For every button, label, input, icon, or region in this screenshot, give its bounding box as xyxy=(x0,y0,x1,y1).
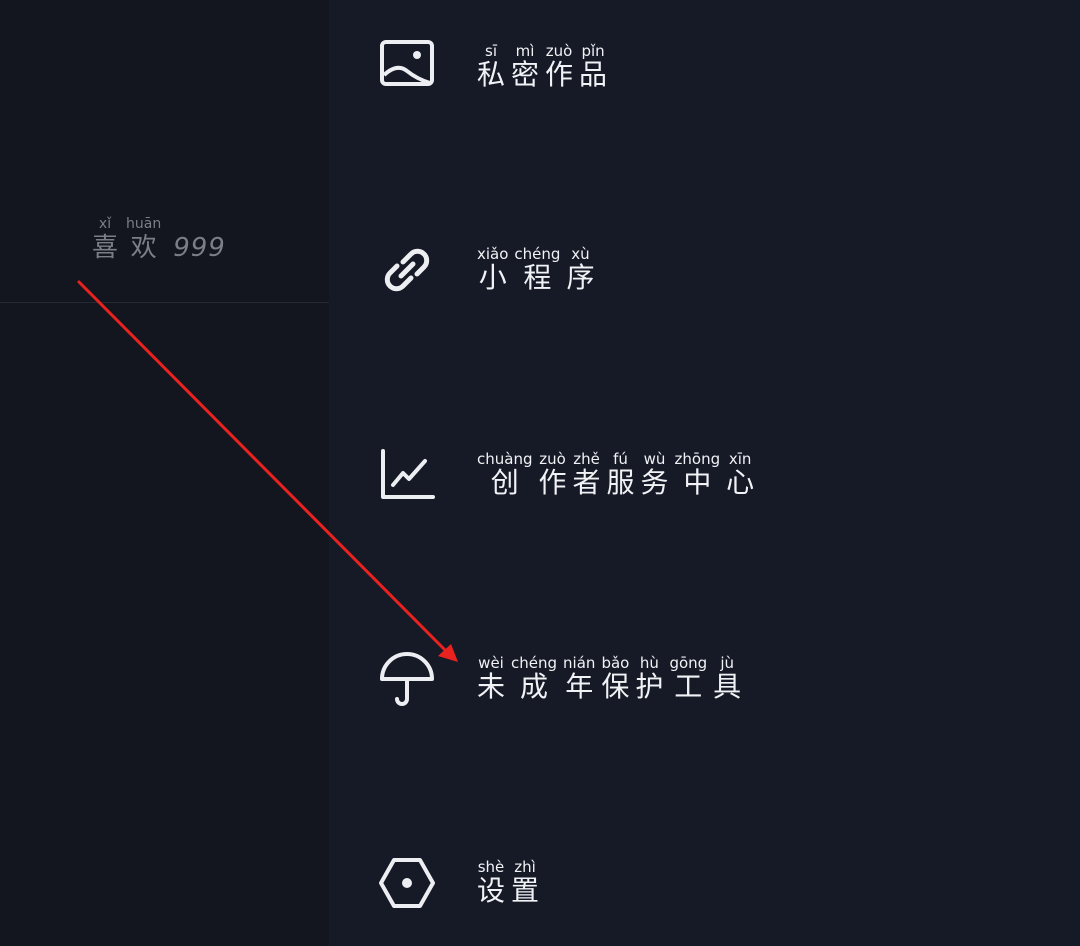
profile-backdrop[interactable]: xǐ 喜 huān 欢 999 xyxy=(0,0,329,946)
pinyin: jù xyxy=(720,654,735,672)
menu-item-label: xiǎo 小 chéng 程 xù 序 xyxy=(477,246,600,294)
label-char: xiǎo 小 xyxy=(477,246,508,294)
hanzi: 作 xyxy=(545,58,574,91)
hanzi: 务 xyxy=(640,466,669,499)
menu-item-label: chuàng 创 zuò 作 zhě 者 fú 服 wù 务 zhōng 中 xīn 心 xyxy=(477,451,760,499)
label-char: xù 序 xyxy=(566,246,594,294)
hanzi: 欢 xyxy=(130,233,157,263)
screen: xǐ 喜 huān 欢 999 sī 私 mì 密 zuò 作 pǐn 品 xi… xyxy=(0,0,1080,946)
pinyin: chéng xyxy=(511,654,558,672)
hanzi: 小 xyxy=(478,261,507,294)
hanzi: 私 xyxy=(477,58,506,91)
hanzi: 护 xyxy=(635,670,664,703)
hanzi: 创 xyxy=(490,466,519,499)
settings-hexagon-icon xyxy=(377,853,437,913)
menu-item-mini-program[interactable]: xiǎo 小 chéng 程 xù 序 xyxy=(377,230,600,310)
likes-stat: xǐ 喜 huān 欢 999 xyxy=(92,216,226,264)
menu-item-label: sī 私 mì 密 zuò 作 pǐn 品 xyxy=(477,43,613,91)
label-char: nián 年 xyxy=(563,655,595,703)
pinyin: zhōng xyxy=(674,450,721,468)
hanzi: 品 xyxy=(579,58,608,91)
pinyin: xù xyxy=(571,245,590,263)
hanzi: 设 xyxy=(477,874,506,907)
menu-item-creator-center[interactable]: chuàng 创 zuò 作 zhě 者 fú 服 wù 务 zhōng 中 xīn 心 xyxy=(377,435,760,515)
hanzi: 未 xyxy=(477,670,506,703)
pinyin: xīn xyxy=(728,450,752,468)
pinyin: hù xyxy=(639,654,659,672)
label-char: fú 服 xyxy=(607,451,635,499)
menu-item-minor-protection[interactable]: wèi 未 chéng 成 nián 年 bǎo 保 hù 护 gōng 工 jù 具 xyxy=(377,639,747,719)
label-char: zhě 者 xyxy=(573,451,601,499)
pinyin: nián xyxy=(563,654,596,672)
chart-icon xyxy=(377,445,437,505)
label-char: zhōng 中 xyxy=(675,451,721,499)
hanzi: 中 xyxy=(683,466,712,499)
pinyin: fú xyxy=(613,450,628,468)
umbrella-icon xyxy=(377,649,437,709)
label-char: zuò 作 xyxy=(538,451,566,499)
label-char: sī 私 xyxy=(477,43,505,91)
label-char: gōng 工 xyxy=(669,655,707,703)
hanzi: 心 xyxy=(726,466,755,499)
link-icon xyxy=(377,240,437,300)
likes-char: xǐ 喜 xyxy=(92,216,118,264)
label-char: pǐn 品 xyxy=(579,43,607,91)
menu-item-label: wèi 未 chéng 成 nián 年 bǎo 保 hù 护 gōng 工 jù 具 xyxy=(477,655,747,703)
side-drawer-menu: sī 私 mì 密 zuò 作 pǐn 品 xiǎo 小 chéng 程 xù … xyxy=(329,0,1080,946)
pinyin: zuò xyxy=(545,42,573,60)
pinyin: wù xyxy=(643,450,666,468)
hanzi: 成 xyxy=(520,670,549,703)
hanzi: 年 xyxy=(565,670,594,703)
hanzi: 序 xyxy=(566,261,595,294)
hanzi: 作 xyxy=(538,466,567,499)
pinyin: xiǎo xyxy=(477,245,509,263)
pinyin: mì xyxy=(515,42,535,60)
label-char: bǎo 保 xyxy=(601,655,629,703)
label-char: hù 护 xyxy=(635,655,663,703)
hanzi: 密 xyxy=(511,58,540,91)
hanzi: 者 xyxy=(572,466,601,499)
likes-char: huān 欢 xyxy=(126,216,161,264)
label-char: chéng 程 xyxy=(514,246,560,294)
pinyin: zhì xyxy=(514,858,536,876)
label-char: xīn 心 xyxy=(726,451,754,499)
pinyin: xǐ xyxy=(98,216,112,232)
pinyin: sī xyxy=(485,42,497,60)
pinyin: chéng xyxy=(514,245,561,263)
label-char: wù 务 xyxy=(641,451,669,499)
pinyin: pǐn xyxy=(581,42,605,60)
hanzi: 置 xyxy=(511,874,540,907)
menu-item-private-works[interactable]: sī 私 mì 密 zuò 作 pǐn 品 xyxy=(377,27,613,107)
image-icon xyxy=(377,37,437,97)
menu-item-settings[interactable]: shè 设 zhì 置 xyxy=(377,843,545,923)
label-char: zuò 作 xyxy=(545,43,573,91)
label-char: wèi 未 xyxy=(477,655,505,703)
divider xyxy=(0,302,329,303)
label-char: mì 密 xyxy=(511,43,539,91)
menu-item-label: shè 设 zhì 置 xyxy=(477,859,545,907)
pinyin: chuàng xyxy=(477,450,533,468)
pinyin: shè xyxy=(477,858,505,876)
likes-count: 999 xyxy=(173,233,226,263)
pinyin: zuò xyxy=(539,450,566,468)
pinyin: bǎo xyxy=(601,654,630,672)
label-char: chuàng 创 xyxy=(477,451,532,499)
pinyin: wèi xyxy=(478,654,504,672)
hanzi: 保 xyxy=(601,670,630,703)
label-char: shè 设 xyxy=(477,859,505,907)
label-char: jù 具 xyxy=(713,655,741,703)
label-char: zhì 置 xyxy=(511,859,539,907)
pinyin: zhě xyxy=(573,450,600,468)
hanzi: 喜 xyxy=(92,233,119,263)
pinyin: huān xyxy=(126,216,162,232)
hanzi: 服 xyxy=(606,466,635,499)
hanzi: 具 xyxy=(713,670,742,703)
pinyin: gōng xyxy=(669,654,708,672)
hanzi: 工 xyxy=(674,670,703,703)
hanzi: 程 xyxy=(523,261,552,294)
label-char: chéng 成 xyxy=(511,655,557,703)
